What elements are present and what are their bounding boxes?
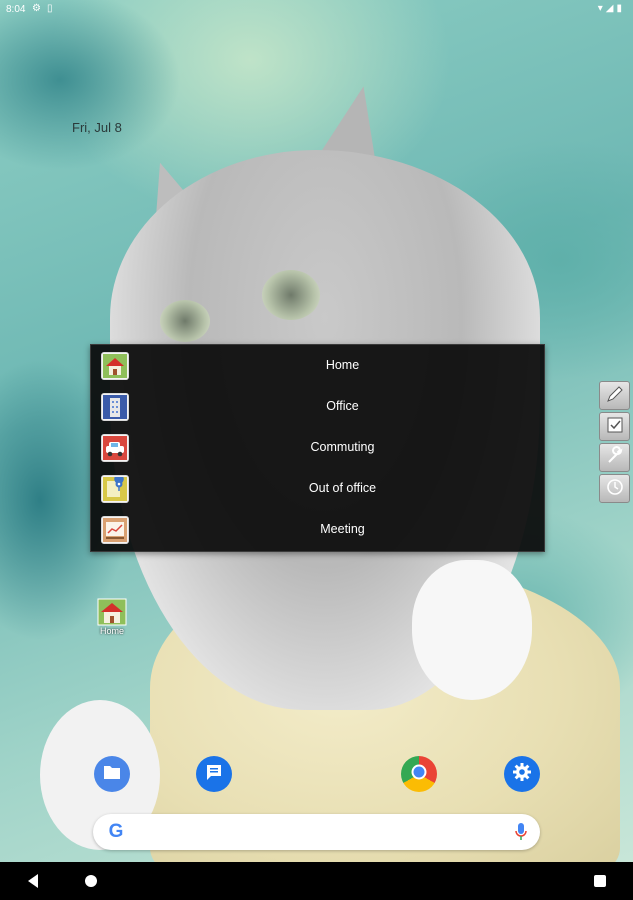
home-icon[interactable] — [85, 875, 97, 887]
profile-item-home[interactable]: Home — [91, 345, 546, 386]
cat-paw-right — [412, 560, 532, 700]
clock-icon — [605, 477, 625, 501]
cat-eye-right — [262, 270, 320, 320]
status-time: 8:04 — [6, 4, 26, 15]
pencil-button[interactable] — [599, 381, 630, 410]
google-search-bar[interactable]: G — [93, 814, 540, 850]
office-building-icon — [101, 393, 129, 421]
profile-item-out-of-office[interactable]: Out of office — [91, 468, 546, 509]
home-shortcut[interactable]: Home — [94, 598, 130, 636]
check-note-icon — [605, 415, 625, 439]
profile-item-label: Commuting — [310, 440, 375, 454]
messages-app[interactable] — [196, 756, 232, 792]
google-g-icon: G — [108, 821, 124, 842]
status-bar: 8:04 ⚙▯ ▾◢▮ — [0, 0, 633, 20]
signal-icon: ◢ — [605, 3, 617, 14]
mic-icon[interactable] — [514, 822, 528, 842]
profile-item-commuting[interactable]: Commuting — [91, 427, 546, 468]
cat-eye-left — [160, 300, 210, 342]
sd-card-icon: ▯ — [46, 3, 59, 14]
chrome-icon — [411, 764, 427, 784]
wrench-icon — [605, 445, 625, 470]
wrench-button[interactable] — [599, 443, 630, 472]
messages-icon — [204, 762, 224, 786]
profile-item-label: Out of office — [308, 481, 377, 495]
check-note-button[interactable] — [599, 412, 630, 441]
profile-item-office[interactable]: Office — [91, 386, 546, 427]
profile-menu: Home Office Commuting Out of office Meet… — [90, 344, 545, 552]
navigation-bar — [0, 862, 633, 900]
back-icon[interactable] — [28, 874, 38, 888]
house-icon — [101, 352, 129, 380]
battery-icon: ▮ — [616, 3, 625, 14]
profile-item-label: Office — [326, 399, 359, 413]
recents-icon[interactable] — [594, 875, 606, 887]
pencil-icon — [605, 384, 625, 408]
files-app[interactable] — [94, 756, 130, 792]
profile-item-label: Meeting — [320, 522, 365, 536]
chart-board-icon — [101, 516, 129, 544]
house-icon — [97, 598, 127, 626]
settings-gear-icon — [511, 761, 533, 787]
settings-icon: ⚙ — [32, 3, 47, 14]
chrome-app[interactable] — [401, 756, 437, 792]
date-widget[interactable]: Fri, Jul 8 — [72, 120, 122, 135]
car-icon — [101, 434, 129, 462]
status-icons-right: ▾◢▮ — [598, 3, 625, 14]
files-icon — [103, 764, 121, 784]
map-pin-icon — [101, 475, 129, 503]
wifi-icon: ▾ — [597, 3, 606, 14]
clock-button[interactable] — [599, 474, 630, 503]
profile-item-label: Home — [325, 358, 360, 372]
side-toolbar — [599, 381, 632, 505]
home-shortcut-label: Home — [99, 626, 124, 636]
profile-item-meeting[interactable]: Meeting — [91, 509, 546, 550]
settings-app[interactable] — [504, 756, 540, 792]
status-icons-left: ⚙▯ — [32, 3, 58, 14]
